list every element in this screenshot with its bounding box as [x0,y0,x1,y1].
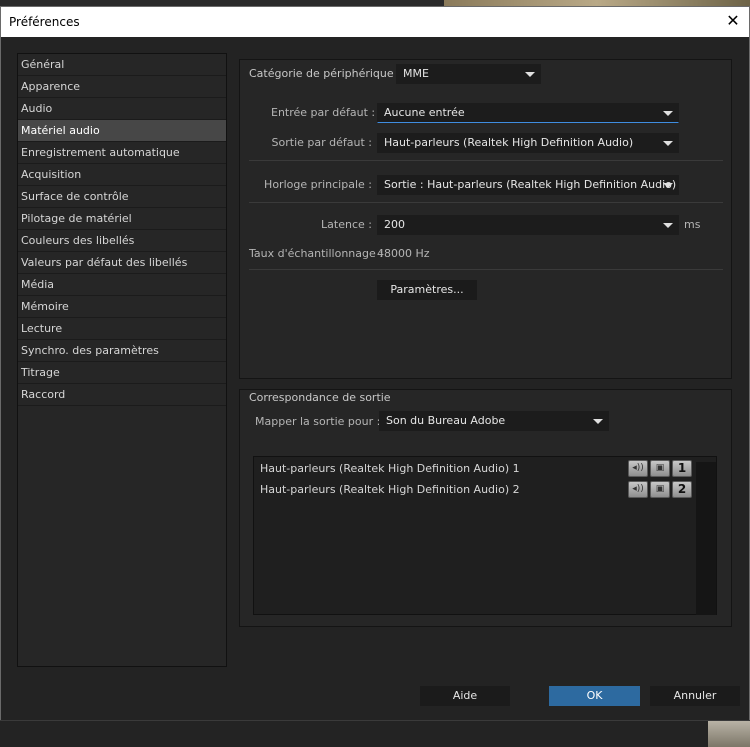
close-icon[interactable]: ✕ [723,11,743,31]
device-class-value: MME [403,67,429,80]
sidebar-item-sync-settings[interactable]: Synchro. des paramètres [18,340,226,362]
list-item[interactable]: Haut-parleurs (Realtek High Definition A… [260,483,520,496]
latency-dropdown[interactable]: 200 [377,215,679,235]
channel-badge[interactable]: 2 [672,481,692,498]
master-clock-label: Horloge principale : [264,178,372,191]
sidebar-item-titler[interactable]: Titrage [18,362,226,384]
divider [249,160,723,161]
sidebar-item-label-defaults[interactable]: Valeurs par défaut des libellés [18,252,226,274]
frame-icon[interactable]: ▣ [650,481,670,498]
device-class-dropdown[interactable]: MME [396,64,541,84]
desktop-background-bottom [0,720,750,747]
channel-badge[interactable]: 1 [672,460,692,477]
sidebar-item-general[interactable]: Général [18,54,226,76]
default-input-dropdown[interactable]: Aucune entrée [377,103,679,123]
ok-button[interactable]: OK [549,686,640,706]
default-input-value: Aucune entrée [384,106,465,119]
sidebar-item-control-surface[interactable]: Surface de contrôle [18,186,226,208]
default-output-label: Sortie par défaut : [271,136,372,149]
chevron-down-icon [663,223,673,228]
sidebar-item-trim[interactable]: Raccord [18,384,226,406]
sidebar-item-memory[interactable]: Mémoire [18,296,226,318]
sample-rate-value: 48000 Hz [377,247,430,260]
chevron-down-icon [663,141,673,146]
title-bar: Préférences ✕ [1,7,749,37]
map-output-dropdown[interactable]: Son du Bureau Adobe [379,411,609,431]
settings-button[interactable]: Paramètres... [377,280,477,300]
background-thumbnail [708,721,750,747]
preferences-sidebar: Général Apparence Audio Matériel audio E… [17,53,227,667]
master-clock-dropdown[interactable]: Sortie : Haut-parleurs (Realtek High Def… [377,175,679,195]
latency-label: Latence : [321,218,372,231]
chevron-down-icon [663,183,673,188]
cancel-button[interactable]: Annuler [650,686,740,706]
sidebar-item-auto-save[interactable]: Enregistrement automatique [18,142,226,164]
default-output-dropdown[interactable]: Haut-parleurs (Realtek High Definition A… [377,133,679,153]
output-channel-list: Haut-parleurs (Realtek High Definition A… [253,456,717,615]
output-mapping-section-label: Correspondance de sortie [249,391,391,404]
default-input-label: Entrée par défaut : [271,106,376,119]
list-item[interactable]: Haut-parleurs (Realtek High Definition A… [260,462,520,475]
chevron-down-icon [593,419,603,424]
chevron-down-icon [525,72,535,77]
sidebar-item-device-control[interactable]: Pilotage de matériel [18,208,226,230]
latency-value: 200 [384,218,405,231]
sidebar-item-label-colors[interactable]: Couleurs des libellés [18,230,226,252]
sample-rate-label: Taux d'échantillonnage : [249,247,383,260]
sidebar-item-audio-hardware[interactable]: Matériel audio [18,120,226,142]
divider [249,202,723,203]
preferences-dialog: Préférences ✕ Général Apparence Audio Ma… [0,6,750,721]
map-output-label: Mapper la sortie pour : [255,415,381,428]
sidebar-item-audio[interactable]: Audio [18,98,226,120]
speaker-icon[interactable]: ◂)) [628,481,648,498]
help-button[interactable]: Aide [420,686,510,706]
scrollbar[interactable] [696,462,716,615]
chevron-down-icon [663,111,673,116]
device-class-label: Catégorie de périphérique : [249,67,401,80]
sidebar-item-media[interactable]: Média [18,274,226,296]
sidebar-item-capture[interactable]: Acquisition [18,164,226,186]
default-output-value: Haut-parleurs (Realtek High Definition A… [384,136,634,149]
master-clock-value: Sortie : Haut-parleurs (Realtek High Def… [384,178,677,191]
divider [249,269,723,270]
map-output-value: Son du Bureau Adobe [386,414,506,427]
window-title: Préférences [9,15,80,29]
frame-icon[interactable]: ▣ [650,460,670,477]
latency-unit: ms [684,218,701,231]
sidebar-item-playback[interactable]: Lecture [18,318,226,340]
speaker-icon[interactable]: ◂)) [628,460,648,477]
sidebar-item-appearance[interactable]: Apparence [18,76,226,98]
